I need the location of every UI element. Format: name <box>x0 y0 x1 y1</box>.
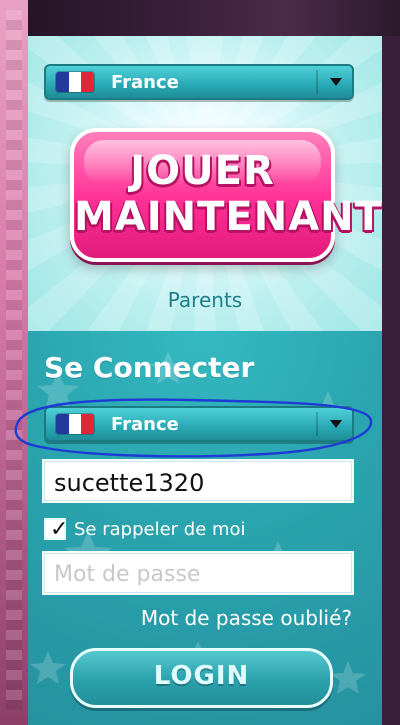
forgot-password-link[interactable]: Mot de passe oublié? <box>141 606 352 630</box>
chevron-down-icon[interactable] <box>330 78 342 86</box>
language-select-top-value: France <box>111 72 179 93</box>
language-select-login[interactable]: France <box>44 406 354 442</box>
language-select-login-value: France <box>111 414 179 435</box>
play-now-button[interactable]: JOUER MAINTENANT <box>70 128 382 262</box>
login-button-label: LOGIN <box>153 661 250 691</box>
username-input[interactable]: sucette1320 <box>42 459 354 503</box>
flag-france-icon <box>56 72 94 92</box>
remember-me-checkbox[interactable]: ✓ <box>44 517 69 542</box>
chevron-down-icon[interactable] <box>330 420 342 428</box>
dropdown-separator <box>316 412 318 436</box>
password-input[interactable]: Mot de passe <box>42 551 354 595</box>
login-button[interactable]: LOGIN <box>70 648 333 708</box>
parents-link[interactable]: Parents <box>28 288 382 312</box>
background-top <box>28 0 400 36</box>
dropdown-separator <box>316 70 318 94</box>
checkmark-icon: ✓ <box>50 517 69 542</box>
remember-me-label: Se rappeler de moi <box>74 519 246 540</box>
play-now-line1: JOUER <box>130 148 275 194</box>
language-select-top[interactable]: France <box>44 64 354 100</box>
play-now-line2: MAINTENANT <box>74 194 382 240</box>
login-title: Se Connecter <box>44 351 255 384</box>
login-panel: France JOUER MAINTENANT Parents Se Conne… <box>28 36 382 725</box>
flag-france-icon <box>56 414 94 434</box>
background-left-strip <box>0 0 28 725</box>
